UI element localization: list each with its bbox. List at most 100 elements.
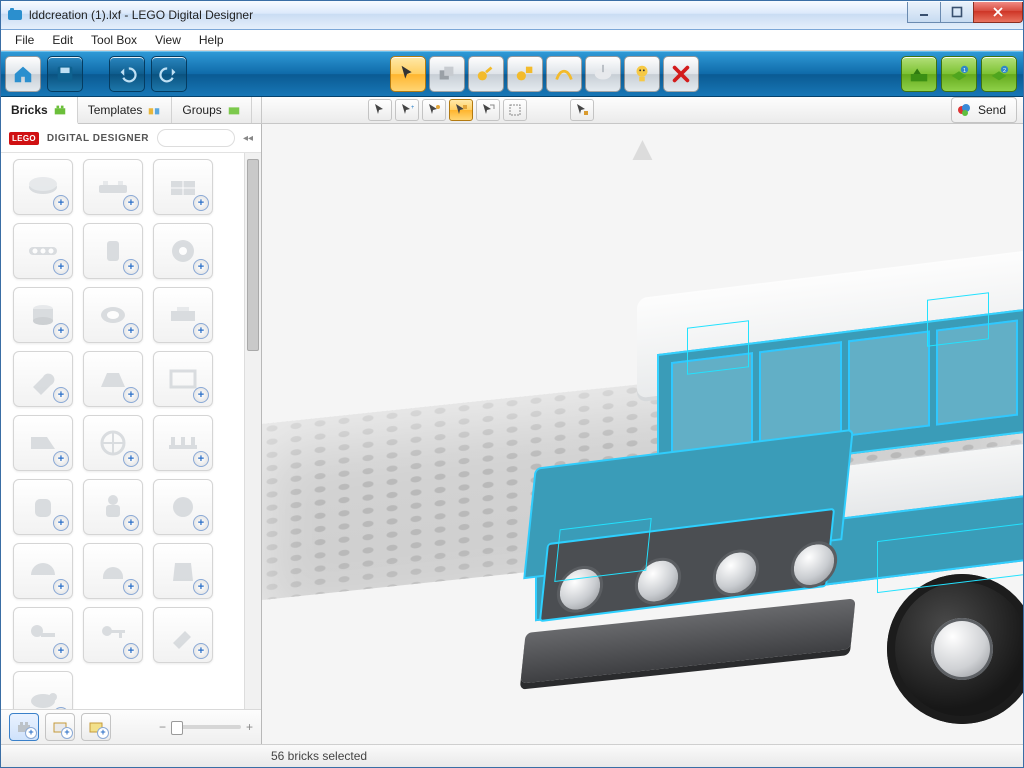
build-mode-2[interactable]: 2	[981, 56, 1017, 92]
brick-plate-2x[interactable]: +	[83, 159, 143, 215]
window-buttons	[908, 2, 1023, 22]
menu-edit[interactable]: Edit	[44, 31, 81, 49]
viewport[interactable]: ▲	[262, 124, 1023, 744]
brick-tube[interactable]: +	[83, 287, 143, 343]
select-tool[interactable]	[390, 56, 426, 92]
add-icon: +	[53, 451, 69, 467]
subtool-select-invert[interactable]	[570, 99, 594, 121]
palette-scrollbar[interactable]	[244, 153, 261, 709]
minimize-button[interactable]	[907, 2, 941, 23]
subtool-select-all[interactable]	[503, 99, 527, 121]
paint-tool[interactable]	[585, 56, 621, 92]
add-icon: +	[193, 195, 209, 211]
brick-barrel[interactable]: +	[13, 479, 73, 535]
add-icon: +	[53, 515, 69, 531]
zoom-out-icon[interactable]: −	[159, 720, 166, 734]
brick-plate-angle[interactable]: +	[13, 415, 73, 471]
model-bus[interactable]	[517, 264, 1023, 694]
brick-minifig[interactable]: +	[83, 479, 143, 535]
subtool-select[interactable]	[368, 99, 392, 121]
selection-subtools: +	[368, 99, 527, 121]
brick-steering-wheel[interactable]: +	[83, 415, 143, 471]
scrollbar-thumb[interactable]	[247, 159, 259, 351]
brick-cylinder[interactable]: +	[13, 287, 73, 343]
home-button[interactable]	[5, 56, 41, 92]
add-icon: +	[193, 579, 209, 595]
add-icon: +	[123, 195, 139, 211]
send-button[interactable]: Send	[951, 97, 1017, 123]
tab-bricks[interactable]: Bricks	[1, 97, 78, 124]
maximize-button[interactable]	[940, 2, 974, 23]
save-button[interactable]	[47, 56, 83, 92]
send-icon	[956, 102, 972, 118]
command-bar: 1 2	[1, 51, 1023, 97]
subtool-select-type[interactable]	[476, 99, 500, 121]
brick-animal[interactable]: +	[13, 671, 73, 709]
brick-wedge[interactable]: +	[83, 351, 143, 407]
zoom-knob[interactable]	[171, 721, 183, 735]
add-icon: +	[123, 387, 139, 403]
lego-logo: LEGO	[9, 132, 39, 145]
footer-box-view[interactable]: +	[45, 713, 75, 741]
palette-tabs: Bricks Templates Groups	[1, 97, 262, 123]
tab-groups[interactable]: Groups	[172, 97, 251, 123]
brick-torso[interactable]: +	[153, 543, 213, 599]
brick-technic-beam[interactable]: +	[13, 223, 73, 279]
menu-toolbox[interactable]: Tool Box	[83, 31, 145, 49]
hinge-align-tool[interactable]	[507, 56, 543, 92]
brick-technic-pin[interactable]: +	[83, 223, 143, 279]
footer-brick-view[interactable]: +	[9, 713, 39, 741]
build-mode-1[interactable]: 1	[941, 56, 977, 92]
tool-row	[390, 56, 699, 92]
brick-plate-mod[interactable]: +	[153, 287, 213, 343]
flex-tool[interactable]	[546, 56, 582, 92]
groups-icon	[227, 103, 241, 117]
menu-view[interactable]: View	[147, 31, 189, 49]
brick-wrench[interactable]: +	[13, 351, 73, 407]
add-icon: +	[193, 643, 209, 659]
subtool-select-add[interactable]: +	[395, 99, 419, 121]
undo-button[interactable]	[109, 56, 145, 92]
add-icon: +	[53, 259, 69, 275]
brick-handle[interactable]: +	[13, 607, 73, 663]
palette-header: LEGO DIGITAL DESIGNER ◂◂	[1, 124, 261, 153]
zoom-slider[interactable]	[171, 725, 241, 729]
tab-groups-label: Groups	[182, 103, 221, 117]
brick-key[interactable]: +	[83, 607, 143, 663]
zoom-in-icon[interactable]: +	[246, 720, 253, 734]
palette-search[interactable]	[157, 129, 235, 147]
brick-palette: LEGO DIGITAL DESIGNER ◂◂ +++++++++++++++…	[1, 124, 262, 744]
subtool-select-color[interactable]	[422, 99, 446, 121]
brick-head[interactable]: +	[153, 479, 213, 535]
tab-strip: Bricks Templates Groups +	[1, 97, 1023, 124]
brick-helmet[interactable]: +	[83, 543, 143, 599]
brick-tool[interactable]: +	[153, 607, 213, 663]
ldd-title: DIGITAL DESIGNER	[47, 133, 149, 144]
add-icon: +	[123, 515, 139, 531]
landscape-mode[interactable]	[901, 56, 937, 92]
brick-frame[interactable]: +	[153, 351, 213, 407]
hinge-tool[interactable]	[468, 56, 504, 92]
close-button[interactable]	[973, 2, 1023, 23]
status-bar: 56 bricks selected	[1, 744, 1023, 767]
add-icon: +	[123, 259, 139, 275]
add-icon: +	[123, 323, 139, 339]
add-icon: +	[53, 643, 69, 659]
clone-tool[interactable]	[429, 56, 465, 92]
headlight-icon	[711, 547, 762, 598]
brick-plate-grid[interactable]: +	[153, 159, 213, 215]
mode-buttons: 1 2	[901, 56, 1017, 92]
brick-gear[interactable]: +	[153, 223, 213, 279]
brick-track[interactable]: +	[153, 415, 213, 471]
menu-file[interactable]: File	[7, 31, 42, 49]
collapse-handle[interactable]: ◂◂	[243, 124, 253, 152]
tab-templates[interactable]: Templates	[78, 97, 173, 123]
delete-tool[interactable]	[663, 56, 699, 92]
redo-button[interactable]	[151, 56, 187, 92]
brick-helmet-round[interactable]: +	[13, 543, 73, 599]
brick-plate-round[interactable]: +	[13, 159, 73, 215]
footer-set-view[interactable]: +	[81, 713, 111, 741]
menu-help[interactable]: Help	[191, 31, 232, 49]
subtool-select-connected[interactable]	[449, 99, 473, 121]
hide-tool[interactable]	[624, 56, 660, 92]
